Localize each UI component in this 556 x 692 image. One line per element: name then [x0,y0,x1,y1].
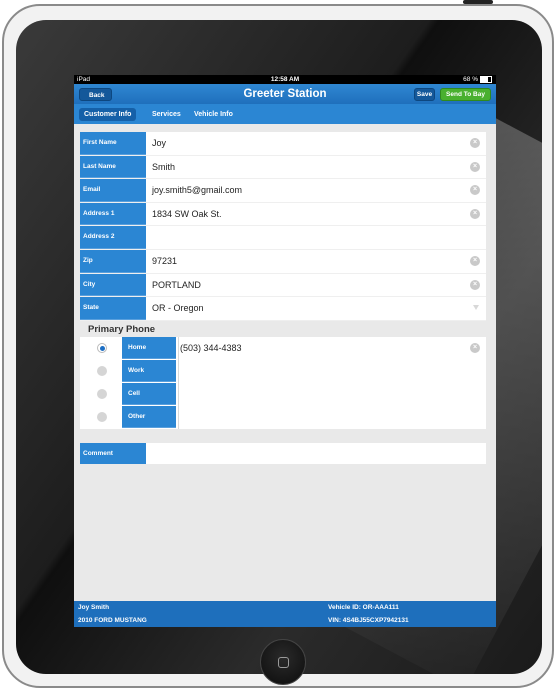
work-label: Work [122,360,176,382]
last-name-field[interactable]: Smith [152,156,175,178]
send-to-bay-button[interactable]: Send To Bay [440,88,491,101]
footer-customer-name: Joy Smith [78,604,110,611]
work-radio[interactable] [97,366,107,376]
primary-phone-group: Home (503) 344-4383 × Work Cell Other [80,337,486,429]
clear-last-name-icon[interactable]: × [470,161,480,172]
footer-vehicle-id: Vehicle ID: OR-AAA111 [328,604,399,611]
first-name-field[interactable]: Joy [152,132,166,154]
cell-radio[interactable] [97,389,107,399]
zip-field[interactable]: 97231 [152,250,177,272]
phone-option-work: Work [80,360,486,383]
first-name-row: First Name Joy × [80,132,486,156]
save-button[interactable]: Save [414,88,435,101]
clear-address1-icon[interactable]: × [470,208,480,219]
other-label: Other [122,406,176,428]
city-label: City [80,273,146,297]
address2-label: Address 2 [80,226,146,249]
footer-vehicle: 2010 FORD MUSTANG [78,617,147,624]
zip-label: Zip [80,249,146,273]
address2-row: Address 2 [80,226,486,250]
primary-phone-title: Primary Phone [88,324,156,335]
cell-label: Cell [122,383,176,405]
home-radio[interactable] [97,343,107,353]
last-name-row: Last Name Smith × [80,155,486,180]
comment-label: Comment [80,443,146,464]
tab-bar: Customer Info Services Vehicle Info [74,104,496,124]
battery-indicator: 68 % [463,75,492,84]
sleep-button [463,0,493,4]
phone-option-cell: Cell [80,383,486,406]
home-square-icon [278,657,289,668]
phone-option-other: Other [80,406,486,429]
clear-city-icon[interactable]: × [470,279,480,290]
city-row: City PORTLAND × [80,273,486,298]
address1-row: Address 1 1834 SW Oak St. × [80,202,486,227]
comment-row: Comment [80,443,486,464]
home-phone-field[interactable]: (503) 344-4383 [180,337,242,359]
tab-customer-info[interactable]: Customer Info [79,108,137,121]
navigation-bar: Back Greeter Station Save Send To Bay [74,84,496,104]
vehicle-footer: Joy Smith 2010 FORD MUSTANG Vehicle ID: … [74,601,496,627]
home-button[interactable] [260,639,306,685]
clear-first-name-icon[interactable]: × [470,138,480,148]
clear-home-phone-icon[interactable]: × [470,343,480,353]
last-name-label: Last Name [80,155,146,179]
status-time: 12:58 AM [270,76,300,83]
email-field[interactable]: joy.smith5@gmail.com [152,179,242,201]
clear-zip-icon[interactable]: × [470,255,480,266]
city-field[interactable]: PORTLAND [152,274,201,296]
customer-info-form: First Name Joy × Last Name Smith × Email… [80,132,486,321]
phone-option-home: Home (503) 344-4383 × [80,337,486,360]
email-row: Email joy.smith5@gmail.com × [80,179,486,203]
other-radio[interactable] [97,412,107,422]
tab-services[interactable]: Services [152,108,181,121]
footer-vin: VIN: 4S4BJ55CXP7942131 [328,617,409,624]
clear-email-icon[interactable]: × [470,185,480,196]
email-label: Email [80,179,146,202]
phone-divider [178,337,179,429]
state-label: State [80,297,146,320]
state-row: State OR - Oregon [80,297,486,321]
battery-icon [480,75,492,83]
zip-row: Zip 97231 × [80,249,486,274]
status-bar: iPad 12:58 AM 68 % [74,75,496,84]
state-select[interactable]: OR - Oregon [152,297,204,319]
chevron-down-icon[interactable] [473,305,479,311]
app-screen: iPad 12:58 AM 68 % Back Greeter Station … [74,75,496,627]
home-label: Home [122,337,176,359]
tab-vehicle-info[interactable]: Vehicle Info [194,108,233,121]
address1-field[interactable]: 1834 SW Oak St. [152,203,222,225]
first-name-label: First Name [80,132,146,155]
battery-percent: 68 % [463,76,478,83]
address1-label: Address 1 [80,202,146,226]
